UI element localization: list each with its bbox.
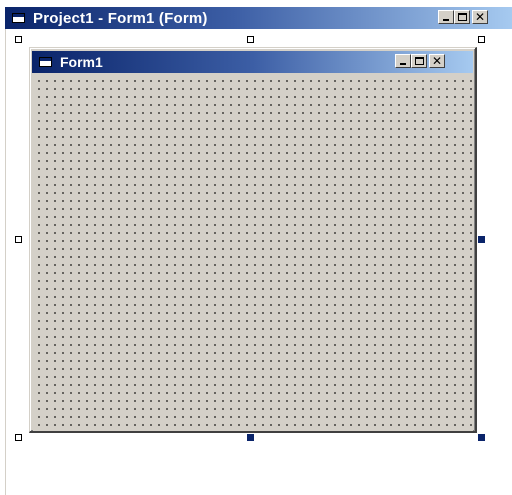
form-maximize-button[interactable]	[411, 54, 427, 68]
maximize-icon	[458, 13, 467, 21]
form-titlebar[interactable]: Form1 ✕	[32, 51, 473, 73]
resize-handle-bottom-left[interactable]	[15, 434, 22, 441]
form-close-button[interactable]: ✕	[429, 54, 445, 68]
form-title: Form1	[60, 54, 103, 70]
form-grid-area[interactable]	[33, 75, 473, 431]
designer-close-button[interactable]: ✕	[472, 10, 488, 24]
resize-handle-top-center[interactable]	[247, 36, 254, 43]
designer-window-titlebar[interactable]: Project1 - Form1 (Form) ✕	[5, 7, 512, 29]
resize-handle-middle-right[interactable]	[478, 236, 485, 243]
form-icon	[38, 55, 54, 69]
designer-window-title: Project1 - Form1 (Form)	[33, 9, 208, 27]
close-icon: ✕	[431, 54, 443, 68]
maximize-icon	[415, 57, 424, 65]
form-minimize-button[interactable]	[395, 54, 411, 68]
resize-handle-top-left[interactable]	[15, 36, 22, 43]
minimize-icon	[400, 63, 406, 65]
minimize-icon	[443, 19, 449, 21]
resize-handle-bottom-right[interactable]	[478, 434, 485, 441]
designer-maximize-button[interactable]	[454, 10, 470, 24]
resize-handle-top-right[interactable]	[478, 36, 485, 43]
resize-handle-bottom-center[interactable]	[247, 434, 254, 441]
form-designer-icon	[11, 11, 27, 25]
close-icon: ✕	[474, 10, 486, 24]
designer-minimize-button[interactable]	[438, 10, 454, 24]
resize-handle-middle-left[interactable]	[15, 236, 22, 243]
